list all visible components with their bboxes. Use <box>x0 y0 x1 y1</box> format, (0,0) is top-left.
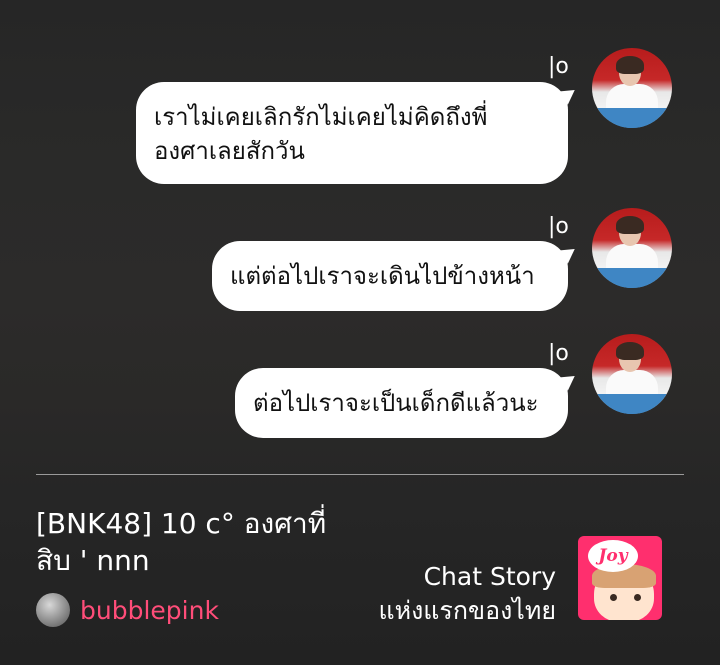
author-avatar <box>36 593 70 627</box>
message-bubble[interactable]: แต่ต่อไปเราจะเดินไปข้างหน้า <box>212 241 580 311</box>
avatar[interactable] <box>592 48 672 128</box>
message-text: องศาเลยสักวัน <box>154 137 305 165</box>
author-name[interactable]: bubblepink <box>80 596 219 625</box>
sender-tag: |o <box>548 54 569 79</box>
avatar[interactable] <box>592 334 672 414</box>
divider <box>36 474 684 475</box>
story-title-line: สิบ ' nnn <box>36 544 150 577</box>
brand-text: Chat Story แห่งแรกของไทย <box>379 560 557 628</box>
bubble-tail <box>558 242 580 264</box>
joy-logo[interactable]: Joy <box>578 536 662 620</box>
logo-text: Joy <box>588 540 638 572</box>
message-text: แต่ต่อไปเราจะเดินไปข้างหน้า <box>230 262 535 290</box>
message-text: ต่อไปเราจะเป็นเด็กดีแล้วนะ <box>253 389 539 417</box>
sender-tag: |o <box>548 214 569 239</box>
sender-tag: |o <box>548 341 569 366</box>
message-bubble[interactable]: เราไม่เคยเลิกรักไม่เคยไม่คิดถึงพี่ องศาเ… <box>136 82 580 184</box>
author-info[interactable]: bubblepink <box>36 593 219 627</box>
avatar[interactable] <box>592 208 672 288</box>
brand-line-2: แห่งแรกของไทย <box>378 596 557 625</box>
logo-eye <box>634 594 641 601</box>
message-text: เราไม่เคยเลิกรักไม่เคยไม่คิดถึงพี่ <box>154 103 488 131</box>
story-title-line: [BNK48] 10 c° องศาที่ <box>36 507 327 540</box>
message-bubble[interactable]: ต่อไปเราจะเป็นเด็กดีแล้วนะ <box>235 368 580 438</box>
logo-eye <box>610 594 617 601</box>
bubble-tail <box>558 83 580 105</box>
brand-line-1: Chat Story <box>423 562 556 591</box>
story-title[interactable]: [BNK48] 10 c° องศาที่ สิบ ' nnn <box>36 505 366 579</box>
bubble-tail <box>558 369 580 391</box>
